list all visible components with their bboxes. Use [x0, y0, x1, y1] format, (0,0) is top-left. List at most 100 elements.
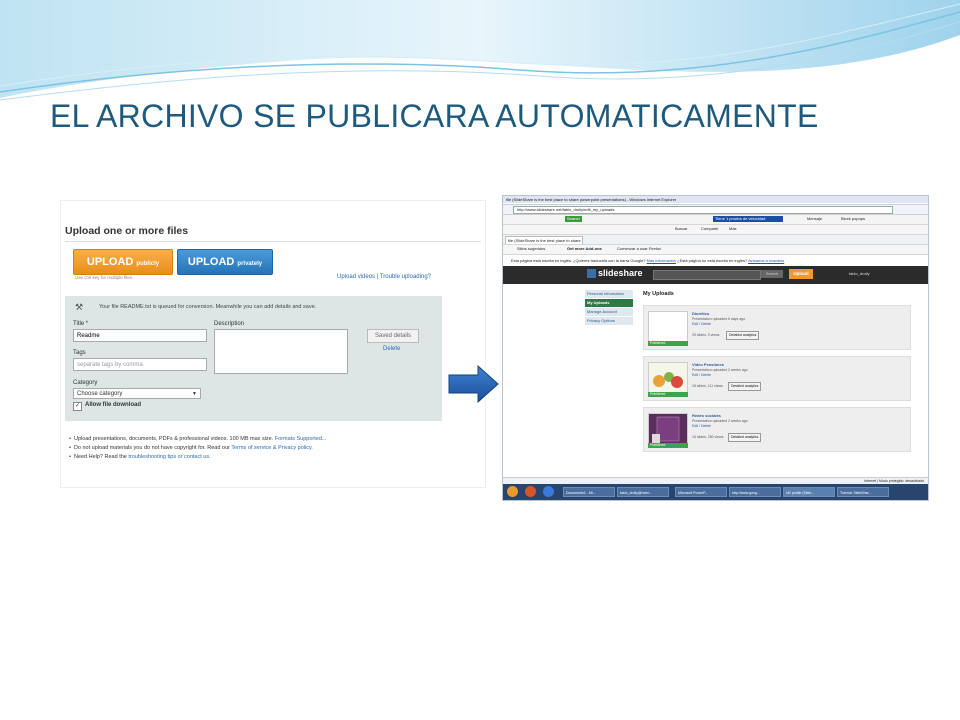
start-orb-icon[interactable]	[507, 486, 518, 497]
queued-message: Your file README.txt is queued for conve…	[99, 304, 317, 310]
upload-card: Published Redes sociales Presentation up…	[643, 407, 911, 452]
tab-bar: file (SlideShare is the best place to sh…	[503, 234, 928, 250]
upload-card: Published Diurético Presentation uploade…	[643, 305, 911, 350]
toolbar-messages[interactable]: Mensaje	[805, 216, 824, 222]
upload-heading: Upload one or more files	[65, 225, 189, 237]
edit-delete-link[interactable]: Edit / Delete	[692, 373, 711, 377]
translate-report-link[interactable]: Avísanos a nosotros	[748, 258, 784, 263]
slideshare-upload-button[interactable]: Upload	[789, 269, 813, 279]
fruit-image-icon	[653, 372, 683, 388]
divider	[65, 241, 481, 242]
account-sidebar: Personal Information My Uploads Manage A…	[585, 290, 633, 326]
address-bar: http://www.slideshare.net/fabio_drolly/e…	[503, 204, 928, 214]
title-label: Title *	[73, 321, 89, 327]
status-badge: Published	[648, 443, 688, 448]
help-link[interactable]: troubleshooting tips or contact us.	[128, 454, 210, 460]
taskbar-item[interactable]: Documento1 - Mi...	[563, 487, 615, 497]
book-image-icon	[652, 416, 680, 443]
upload-publicly-button[interactable]: UPLOAD publicly	[73, 249, 173, 275]
ie-icon[interactable]	[543, 486, 554, 497]
category-label: Category	[73, 380, 98, 386]
toolbar-search-label[interactable]: Buscar	[673, 226, 689, 232]
sidebar-item-privacy[interactable]: Privacy Options	[585, 317, 633, 325]
description-field[interactable]	[214, 329, 348, 374]
firefox-link[interactable]: Comenzar a usar Firefox	[615, 246, 663, 252]
url-field[interactable]: http://www.slideshare.net/fabio_drolly/e…	[513, 206, 893, 214]
edit-delete-link[interactable]: Edit / Delete	[692, 424, 711, 428]
title-field[interactable]: Readme	[73, 329, 207, 342]
file-details-form: ⚒ Your file README.txt is queued for con…	[65, 296, 442, 421]
status-badge: Published	[648, 392, 688, 397]
slideshare-logo[interactable]: slideshare	[587, 268, 643, 279]
slideshare-search-input[interactable]	[653, 270, 761, 280]
taskbar-item[interactable]: Microsoft PowerP...	[675, 487, 727, 497]
formats-link[interactable]: Formats Supported...	[275, 436, 327, 442]
search-toolbar: Buscar Compartir Más	[503, 224, 928, 234]
favorites-bar: Sitios sugeridos Get more Add-ons Comenz…	[503, 244, 928, 254]
window-titlebar: file (SlideShare is the best place to sh…	[503, 196, 928, 203]
browser-statusbar: Internet | Modo protegido: desactivado	[503, 477, 928, 484]
my-uploads-title: My Uploads	[643, 291, 674, 297]
addons-link[interactable]: Get more Add-ons	[565, 246, 604, 252]
slide-title: EL ARCHIVO SE PUBLICARA AUTOMATICAMENTE	[50, 98, 819, 134]
share-button[interactable]: Compartir	[699, 226, 721, 232]
upload-title[interactable]: Redes sociales	[692, 413, 721, 418]
taskbar-item[interactable]: UK profile (Slide...	[783, 487, 835, 497]
taskbar-item[interactable]: http://www.goog...	[729, 487, 781, 497]
windows-taskbar: Documento1 - Mi... fabio_drolly@hotm... …	[503, 484, 928, 500]
taskbar-item[interactable]: fabio_drolly@hotm...	[617, 487, 669, 497]
ctrl-key-tip: Use Ctrl key for multiple files.	[75, 275, 134, 280]
upload-stats: 15 slides, 111 views	[692, 384, 723, 388]
presentation-thumbnail[interactable]	[648, 362, 688, 394]
note-item: • Upload presentations, documents, PDFs &…	[69, 436, 327, 442]
toolbar-search-button[interactable]: Search	[565, 216, 582, 222]
slideshare-header: slideshare Search Upload fabio_drolly	[503, 266, 928, 284]
saved-details-button[interactable]: Saved details	[367, 329, 419, 343]
allow-download-label: Allow file download	[85, 402, 141, 408]
suggested-sites-link[interactable]: Sitios sugeridos	[515, 246, 547, 252]
upload-meta: Presentation uploaded 2 weeks ago	[692, 419, 748, 423]
note-item: • Do not upload materials you do not have…	[69, 445, 313, 451]
chevron-down-icon: ▼	[192, 391, 197, 397]
detailed-analytics-button[interactable]: Detailed analytics	[726, 331, 760, 340]
google-toolbar: Search Tiene 1 prueba de velocidad Mensa…	[503, 214, 928, 224]
more-button[interactable]: Más	[727, 226, 739, 232]
browser-screenshot: file (SlideShare is the best place to sh…	[502, 195, 929, 501]
upload-privately-button[interactable]: UPLOAD privately	[177, 249, 273, 275]
taskbar-item[interactable]: Tutorial: SlideShar...	[837, 487, 889, 497]
edit-delete-link[interactable]: Edit / Delete	[692, 322, 711, 326]
sidebar-item-personal-info[interactable]: Personal Information	[585, 290, 633, 298]
sidebar-item-my-uploads[interactable]: My Uploads	[585, 299, 633, 307]
slideshare-search-button[interactable]: Search	[761, 270, 783, 278]
right-arrow-icon	[448, 365, 499, 403]
upload-stats: 29 slides, 0 views	[692, 333, 720, 337]
upload-title[interactable]: Diurético	[692, 311, 709, 316]
allow-download-checkbox[interactable]: ✓	[73, 402, 82, 411]
presentation-thumbnail[interactable]	[648, 311, 688, 343]
firefox-icon[interactable]	[525, 486, 536, 497]
sidebar-item-manage-account[interactable]: Manage Account	[585, 308, 633, 316]
upload-notes: • Upload presentations, documents, PDFs &…	[69, 435, 326, 462]
terms-link[interactable]: Terms of service & Privacy policy.	[231, 445, 313, 451]
upload-title[interactable]: Video Pensiónes	[692, 362, 724, 367]
wrench-icon: ⚒	[75, 302, 84, 312]
upload-card: Published Video Pensiónes Presentation u…	[643, 356, 911, 401]
detailed-analytics-button[interactable]: Detailed analytics	[728, 433, 762, 442]
upload-help-links[interactable]: Upload videos | Trouble uploading?	[337, 274, 431, 280]
user-menu[interactable]: fabio_drolly	[849, 271, 869, 276]
speed-test-banner[interactable]: Tiene 1 prueba de velocidad	[713, 216, 783, 222]
delete-link[interactable]: Delete	[383, 346, 400, 352]
header-wave-decoration	[0, 0, 960, 101]
block-popups-button[interactable]: Block popups	[839, 216, 867, 222]
note-item: • Need Help? Read the troubleshooting tip…	[69, 454, 211, 460]
tags-label: Tags	[73, 350, 86, 356]
description-label: Description	[214, 321, 245, 327]
presentation-thumbnail[interactable]	[648, 413, 688, 445]
tags-field[interactable]: separate tags by comma	[73, 358, 207, 371]
upload-page-screenshot: Upload one or more files UPLOAD publicly…	[60, 200, 486, 488]
category-select[interactable]: Choose category ▼	[73, 388, 201, 399]
translate-more-info-link[interactable]: Más información	[647, 258, 676, 263]
detailed-analytics-button[interactable]: Detailed analytics	[728, 382, 762, 391]
status-badge: Published	[648, 341, 688, 346]
upload-stats: 16 slides, 250 views	[692, 435, 724, 439]
